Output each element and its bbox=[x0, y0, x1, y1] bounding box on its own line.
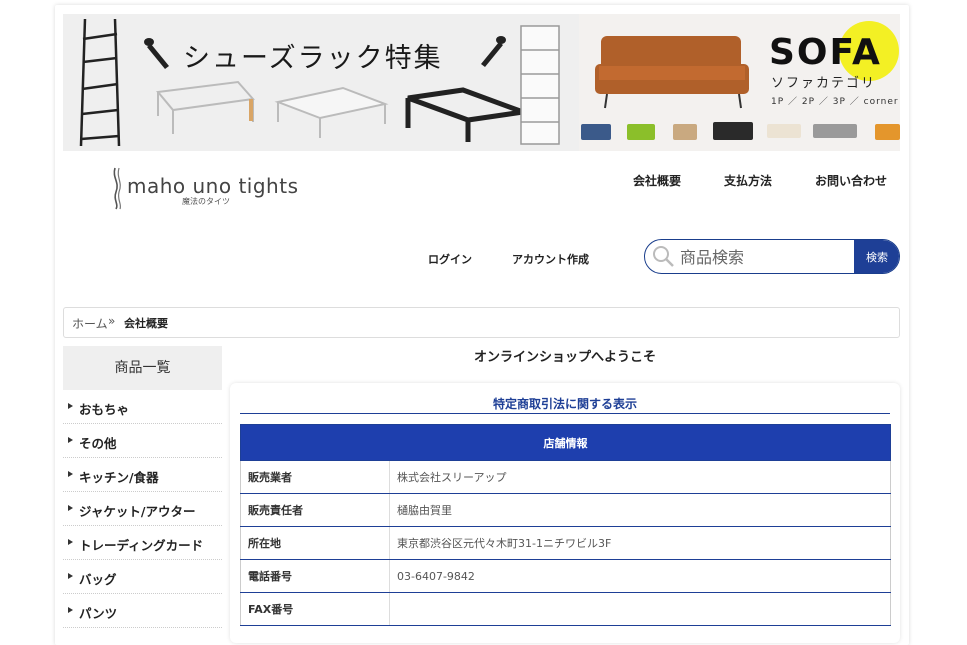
sofa-banner[interactable]: SOFA ソファカテゴリ 1P ／ 2P ／ 3P ／ corner bbox=[579, 14, 900, 151]
row-value: 03-6407-9842 bbox=[389, 559, 891, 593]
sidebar-item-label: その他 bbox=[79, 436, 117, 451]
sidebar-item-label: バッグ bbox=[79, 572, 117, 587]
shoe-rack-illustration bbox=[79, 18, 560, 147]
search-icon bbox=[653, 246, 674, 267]
sidebar-item-label: おもちゃ bbox=[79, 402, 130, 417]
sidebar-item-other[interactable]: その他 bbox=[63, 424, 222, 458]
nav-payment-link[interactable]: 支払方法 bbox=[724, 172, 772, 189]
sidebar-item-kitchen[interactable]: キッチン/食器 bbox=[63, 458, 222, 492]
triangle-right-icon bbox=[68, 403, 73, 409]
row-value bbox=[389, 592, 891, 626]
table-row: 販売責任者 樋脇由賀里 bbox=[240, 493, 891, 527]
category-sidebar: 商品一覧 おもちゃ その他 キッチン/食器 ジャケット/アウター トレーディング… bbox=[63, 346, 222, 628]
sidebar-item-trading-cards[interactable]: トレーディングカード bbox=[63, 526, 222, 560]
logo-text: maho uno tights bbox=[127, 174, 299, 198]
triangle-right-icon bbox=[68, 505, 73, 511]
login-link[interactable]: ログイン bbox=[428, 251, 472, 267]
table-row: 電話番号 03-6407-9842 bbox=[240, 559, 891, 593]
row-value: 株式会社スリーアップ bbox=[389, 460, 891, 494]
table-row: 所在地 東京都渋谷区元代々木町31-1ニチワビル3F bbox=[240, 526, 891, 560]
breadcrumb-separator: » bbox=[108, 314, 116, 328]
shoe-rack-banner[interactable]: シューズラック特集 bbox=[63, 14, 579, 151]
store-info-table: 店舗情報 販売業者 株式会社スリーアップ 販売責任者 樋脇由賀里 所在地 東京都… bbox=[240, 424, 891, 626]
sofa-banner-subtitle: ソファカテゴリ bbox=[771, 76, 877, 91]
triangle-right-icon bbox=[68, 471, 73, 477]
row-value: 東京都渋谷区元代々木町31-1ニチワビル3F bbox=[389, 526, 891, 560]
triangle-right-icon bbox=[68, 539, 73, 545]
table-header-row: 店舗情報 bbox=[240, 424, 891, 461]
sidebar-item-bags[interactable]: バッグ bbox=[63, 560, 222, 594]
shoe-banner-title: シューズラック特集 bbox=[183, 43, 443, 74]
sidebar-item-toys[interactable]: おもちゃ bbox=[63, 390, 222, 424]
logo-mark-icon bbox=[113, 167, 122, 210]
nav-contact-link[interactable]: お問い合わせ bbox=[815, 172, 887, 189]
row-key: 販売業者 bbox=[240, 460, 390, 494]
breadcrumb-home-link[interactable]: ホーム bbox=[72, 315, 108, 332]
search-input[interactable] bbox=[678, 240, 857, 273]
section-title: 特定商取引法に関する表示 bbox=[492, 397, 637, 411]
triangle-right-icon bbox=[68, 607, 73, 613]
row-key: 販売責任者 bbox=[240, 493, 390, 527]
sidebar-item-label: キッチン/食器 bbox=[79, 470, 159, 485]
sofa-banner-title: SOFA bbox=[769, 32, 882, 73]
nav-company-link[interactable]: 会社概要 bbox=[633, 172, 681, 189]
sidebar-title: 商品一覧 bbox=[63, 346, 222, 390]
create-account-link[interactable]: アカウント作成 bbox=[512, 251, 589, 267]
table-row: 販売業者 株式会社スリーアップ bbox=[240, 460, 891, 494]
search-box: 検索 bbox=[644, 239, 900, 274]
logo-subtext: 魔法のタイツ bbox=[182, 197, 230, 206]
sofa-banner-types: 1P ／ 2P ／ 3P ／ corner bbox=[771, 97, 899, 107]
section-divider bbox=[240, 413, 890, 414]
breadcrumb-current: 会社概要 bbox=[124, 317, 168, 330]
triangle-right-icon bbox=[68, 437, 73, 443]
sidebar-item-label: トレーディングカード bbox=[79, 538, 204, 553]
sidebar-item-label: パンツ bbox=[79, 606, 118, 621]
search-button[interactable]: 検索 bbox=[854, 240, 899, 273]
row-key: FAX番号 bbox=[240, 592, 390, 626]
triangle-right-icon bbox=[68, 573, 73, 579]
table-row: FAX番号 bbox=[240, 592, 891, 626]
table-header: 店舗情報 bbox=[240, 424, 891, 461]
row-key: 電話番号 bbox=[240, 559, 390, 593]
sidebar-item-label: ジャケット/アウター bbox=[79, 504, 196, 519]
breadcrumb: ホーム » 会社概要 bbox=[63, 307, 900, 338]
row-value: 樋脇由賀里 bbox=[389, 493, 891, 527]
row-key: 所在地 bbox=[240, 526, 390, 560]
welcome-heading: オンラインショップへようこそ bbox=[473, 350, 656, 365]
sidebar-item-jackets[interactable]: ジャケット/アウター bbox=[63, 492, 222, 526]
